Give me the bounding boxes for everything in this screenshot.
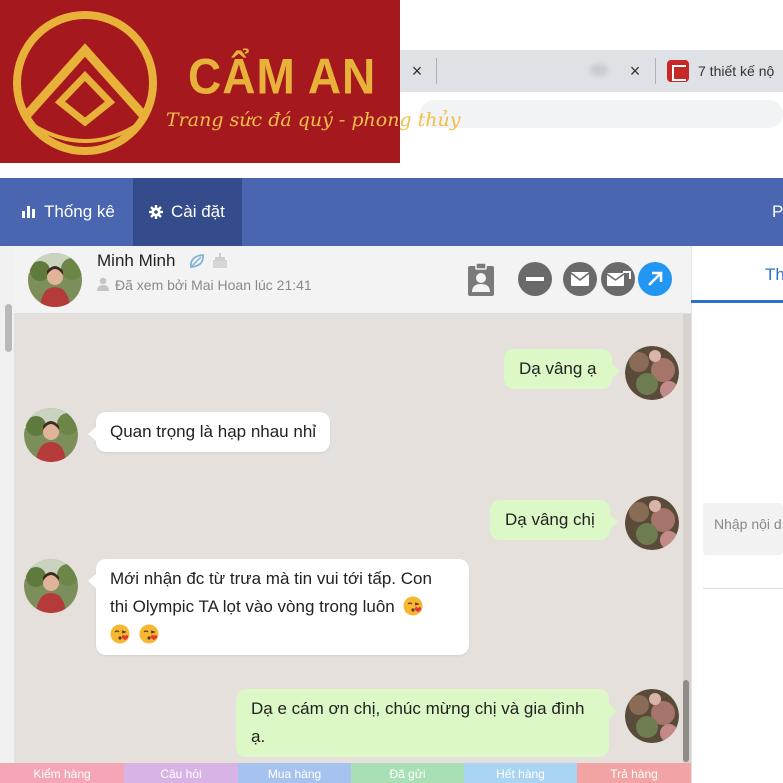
blurred-tab-favicon bbox=[590, 64, 608, 76]
cake-icon[interactable] bbox=[211, 253, 229, 269]
tag-button[interactable]: Đã gửi bbox=[351, 763, 464, 783]
brand-name: CẨM AN bbox=[188, 47, 377, 105]
active-tab-indicator bbox=[691, 300, 783, 303]
message-text-line: Mới nhận đc từ trưa mà tin vui tới tấp. … bbox=[110, 569, 432, 588]
user-avatar[interactable] bbox=[625, 689, 679, 743]
nav-item-statistics[interactable]: Thống kê bbox=[0, 178, 133, 246]
note-input[interactable]: Nhập nội d bbox=[703, 503, 783, 555]
tag-button[interactable]: Hết hàng bbox=[464, 763, 577, 783]
contact-avatar[interactable] bbox=[24, 408, 78, 462]
divider bbox=[703, 588, 783, 589]
contact-avatar[interactable] bbox=[28, 253, 82, 307]
tab-title[interactable]: 7 thiết kế nộ bbox=[698, 60, 783, 82]
nav-item-label: Thống kê bbox=[44, 202, 115, 221]
kissing-face-emoji-icon bbox=[139, 624, 159, 644]
tab-separator bbox=[436, 58, 437, 84]
user-avatar[interactable] bbox=[625, 346, 679, 400]
tag-button[interactable]: Mua hàng bbox=[238, 763, 351, 783]
nav-item-label: Cài đặt bbox=[171, 202, 225, 221]
message-bubble-outgoing: Dạ vâng ạ bbox=[504, 349, 619, 389]
tag-button[interactable]: Trả hàng bbox=[577, 763, 691, 783]
tag-button[interactable]: Câu hỏi bbox=[124, 763, 238, 783]
message-text-line: thi Olympic TA lọt vào vòng trong luôn bbox=[110, 597, 395, 616]
block-icon[interactable] bbox=[518, 262, 552, 296]
e-letter-favicon-icon bbox=[667, 60, 689, 82]
message-text: Dạ vâng ạ bbox=[519, 359, 597, 378]
tab-close-icon[interactable]: × bbox=[406, 60, 428, 82]
nav-item-truncated[interactable]: P bbox=[772, 178, 783, 246]
quick-tag-bar: Kiểm hàng Câu hỏi Mua hàng Đã gửi Hết hà… bbox=[0, 763, 691, 783]
kissing-face-emoji-icon bbox=[110, 624, 130, 644]
seen-status: Đã xem bởi Mai Hoan lúc 21:41 bbox=[115, 277, 312, 293]
user-icon bbox=[97, 277, 109, 291]
message-text: Quan trọng là hạp nhau nhỉ bbox=[110, 422, 317, 441]
top-navigation-bar: Thống kê Cài đặt P bbox=[0, 178, 783, 246]
mail-forward-icon[interactable] bbox=[601, 262, 635, 296]
message-text-line: Dạ e cám ơn chị, chúc mừng chị và gia đì… bbox=[251, 699, 585, 718]
contact-avatar[interactable] bbox=[24, 559, 78, 613]
bar-chart-icon bbox=[22, 206, 36, 218]
tab-close-icon[interactable]: × bbox=[624, 60, 646, 82]
mail-icon[interactable] bbox=[563, 262, 597, 296]
message-text-line: ạ. bbox=[251, 727, 266, 746]
user-avatar[interactable] bbox=[625, 496, 679, 550]
chat-scrollbar-thumb[interactable] bbox=[683, 680, 689, 762]
address-field[interactable] bbox=[420, 100, 783, 128]
tab-separator bbox=[655, 58, 656, 84]
open-external-icon[interactable] bbox=[638, 262, 672, 296]
nav-item-settings[interactable]: Cài đặt bbox=[133, 178, 242, 246]
tag-button[interactable]: Kiểm hàng bbox=[0, 763, 124, 783]
mountain-logo-icon bbox=[13, 11, 157, 155]
brand-tagline: Trang sức đá quý - phong thủy bbox=[166, 109, 461, 131]
brand-logo-banner: CẨM AN Trang sức đá quý - phong thủy bbox=[0, 0, 460, 163]
gear-icon bbox=[149, 205, 163, 219]
tab-info[interactable]: Th bbox=[765, 263, 783, 287]
message-bubble-incoming: Mới nhận đc từ trưa mà tin vui tới tấp. … bbox=[88, 559, 469, 655]
message-bubble-incoming: Quan trọng là hạp nhau nhỉ bbox=[87, 412, 331, 452]
kissing-face-emoji-icon bbox=[403, 596, 423, 616]
message-bubble-outgoing: Dạ e cám ơn chị, chúc mừng chị và gia đì… bbox=[236, 689, 617, 757]
sidebar-scrollbar-thumb[interactable] bbox=[5, 304, 12, 352]
message-text: Dạ vâng chị bbox=[505, 510, 595, 529]
leaf-icon[interactable] bbox=[188, 252, 206, 270]
contact-card-icon[interactable] bbox=[464, 263, 498, 297]
contact-name[interactable]: Minh Minh bbox=[97, 251, 175, 271]
message-bubble-outgoing: Dạ vâng chị bbox=[490, 500, 618, 540]
